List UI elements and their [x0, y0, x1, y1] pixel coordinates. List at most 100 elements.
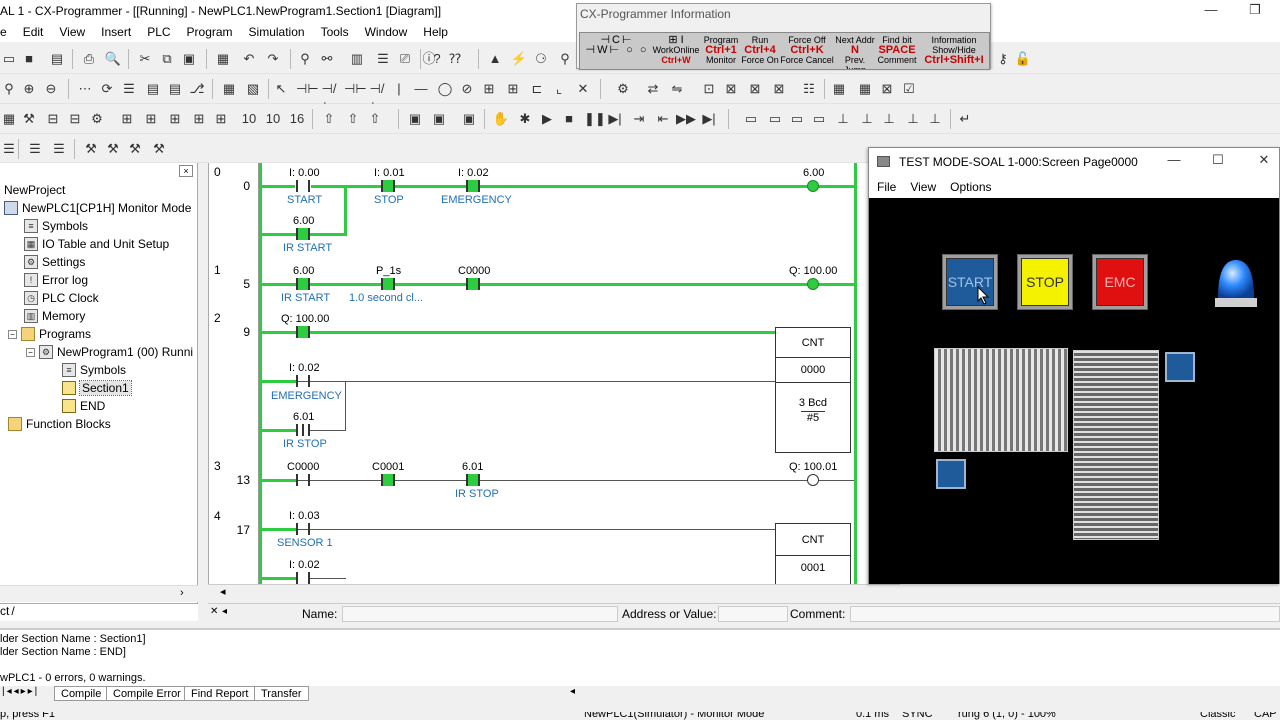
- compare-icon[interactable]: ⇋: [668, 80, 686, 98]
- contact-ornc-icon[interactable]: ⊣/⊢: [368, 80, 386, 114]
- align2-icon[interactable]: ☰: [50, 140, 68, 158]
- toolbar-disabled-icon[interactable]: ▭: [742, 110, 760, 128]
- tree-item-function-blocks[interactable]: Function Blocks: [8, 415, 111, 433]
- contact-ir-start[interactable]: [296, 278, 310, 290]
- menu-insert[interactable]: Insert: [93, 22, 139, 42]
- monitor-on-icon[interactable]: ⟳: [98, 80, 116, 98]
- setup-icon[interactable]: ⚙: [88, 110, 106, 128]
- contact-or-icon[interactable]: ⊣⊢: [344, 80, 367, 98]
- toolbar-disabled4-icon[interactable]: ▭: [810, 110, 828, 128]
- key-icon[interactable]: ⚷: [994, 50, 1012, 68]
- contact-p1s[interactable]: [381, 278, 395, 290]
- tree-root[interactable]: NewProject: [4, 181, 65, 199]
- menu-help[interactable]: Help: [415, 22, 456, 42]
- tab-compile[interactable]: Compile: [54, 686, 109, 701]
- counter-block-0001[interactable]: CNT 0001: [775, 523, 851, 584]
- tool-a-icon[interactable]: ⚒: [82, 140, 100, 158]
- stop-button[interactable]: STOP: [1017, 254, 1073, 310]
- blocks4-icon[interactable]: ⊞: [190, 110, 208, 128]
- contact-start[interactable]: [296, 180, 310, 192]
- open-icon[interactable]: ▭: [0, 50, 18, 68]
- find-icon[interactable]: ▦: [214, 50, 232, 68]
- list-icon[interactable]: ☰: [120, 80, 138, 98]
- scroll-left-icon[interactable]: ◂: [570, 686, 575, 697]
- address-field[interactable]: [718, 606, 788, 622]
- return-icon[interactable]: ↵: [956, 110, 974, 128]
- table2-icon[interactable]: ▤: [166, 80, 184, 98]
- tree-tab[interactable]: ct /: [0, 603, 198, 621]
- toolbar-disabled7-icon[interactable]: ⊥: [880, 110, 898, 128]
- tree-item-programs[interactable]: − Programs: [8, 325, 91, 343]
- tree-item-symbols[interactable]: ≡ Symbols: [24, 217, 88, 235]
- instruction-icon[interactable]: ⊞: [480, 80, 498, 98]
- blocks2-icon[interactable]: ⊞: [142, 110, 160, 128]
- blocks5-icon[interactable]: ⊞: [212, 110, 230, 128]
- menu-edit[interactable]: Edit: [15, 22, 52, 42]
- emc-button[interactable]: EMC: [1092, 254, 1148, 310]
- program-icon[interactable]: ⊟: [44, 110, 62, 128]
- transfer-icon[interactable]: ⇄: [644, 80, 662, 98]
- pause-icon[interactable]: ❚❚: [584, 110, 606, 128]
- counter-block-0000[interactable]: CNT 0000 3 Bcd #5: [775, 327, 851, 453]
- restore-button[interactable]: ❐: [1240, 2, 1270, 20]
- toolbar-disabled5-icon[interactable]: ⊥: [834, 110, 852, 128]
- minimize-button[interactable]: —: [1196, 2, 1226, 20]
- menu-plc[interactable]: PLC: [139, 22, 178, 42]
- instruction2-icon[interactable]: ⊞: [504, 80, 522, 98]
- zoom-icon[interactable]: ⚲: [0, 80, 18, 98]
- zoom-out-icon[interactable]: ⊖: [42, 80, 60, 98]
- coil-nc-icon[interactable]: ⊘: [458, 80, 476, 98]
- contact-nc-icon[interactable]: ⊣/⊢: [320, 80, 338, 114]
- monitor-icon[interactable]: ⚆: [532, 50, 550, 68]
- contact-c0000[interactable]: [296, 474, 310, 486]
- cross-icon[interactable]: ⊠: [722, 80, 740, 98]
- close-icon[interactable]: ✕: [210, 606, 218, 617]
- tab-transfer[interactable]: Transfer: [254, 686, 309, 701]
- cross2-icon[interactable]: ⊠: [746, 80, 764, 98]
- break-icon[interactable]: ✱: [516, 110, 534, 128]
- view2-icon[interactable]: ▧: [244, 80, 262, 98]
- tab-compile-error[interactable]: Compile Error: [106, 686, 188, 701]
- toolbar-disabled9-icon[interactable]: ⊥: [926, 110, 944, 128]
- tree-scrollbar[interactable]: ›: [0, 585, 198, 602]
- toolbar-disabled3-icon[interactable]: ▭: [788, 110, 806, 128]
- tab-find-report[interactable]: Find Report: [184, 686, 256, 701]
- plc-icon[interactable]: ⎚: [396, 50, 414, 68]
- tree-plc[interactable]: NewPLC1[CP1H] Monitor Mode: [4, 199, 191, 217]
- contact-ir-start[interactable]: [296, 228, 310, 240]
- step3-icon[interactable]: ⇧: [366, 110, 384, 128]
- unlock-icon[interactable]: 🔓: [1014, 50, 1032, 68]
- close-memory-icon[interactable]: ⊠: [878, 80, 896, 98]
- horizontal-icon[interactable]: —: [412, 80, 430, 98]
- coil-q-100-01[interactable]: [807, 474, 819, 486]
- contact-emergency[interactable]: [296, 572, 310, 584]
- contact-stop[interactable]: [381, 180, 395, 192]
- comment-field[interactable]: [850, 606, 1280, 622]
- step-out-icon[interactable]: ⇤: [654, 110, 672, 128]
- online-icon[interactable]: ⚡: [510, 50, 528, 68]
- print-preview-icon[interactable]: 🔍: [104, 50, 122, 68]
- contact-ir-stop[interactable]: [466, 474, 480, 486]
- step-icon[interactable]: ⇧: [320, 110, 338, 128]
- menu-view[interactable]: View: [51, 22, 93, 42]
- delete-icon[interactable]: ✕: [574, 80, 592, 98]
- tree-item-memory[interactable]: ▥ Memory: [24, 307, 85, 325]
- step2-icon[interactable]: ⇧: [344, 110, 362, 128]
- menu-program[interactable]: Program: [179, 22, 241, 42]
- line-icon[interactable]: ⌞: [550, 80, 568, 98]
- io-icon[interactable]: ☷: [800, 80, 818, 98]
- tree-item-settings[interactable]: ⚙ Settings: [24, 253, 85, 271]
- align-icon[interactable]: ☰: [26, 140, 44, 158]
- collapse-icon[interactable]: −: [8, 329, 17, 339]
- zoom-in-icon[interactable]: ⊕: [20, 80, 38, 98]
- tool-b-icon[interactable]: ⚒: [104, 140, 122, 158]
- continuous-step-icon[interactable]: ▶▶: [676, 110, 696, 128]
- undo-icon[interactable]: ↶: [240, 50, 258, 68]
- tool-c-icon[interactable]: ⚒: [126, 140, 144, 158]
- close-button[interactable]: ✕: [1249, 152, 1279, 172]
- menu-window[interactable]: Window: [357, 22, 416, 42]
- copy-icon[interactable]: ⧉: [158, 50, 176, 68]
- ladder-diagram[interactable]: 00 15 29 3 13 4 17 I: 0.00 START I: 0.01 S…: [208, 163, 868, 584]
- ladder-icon[interactable]: ▥: [348, 50, 366, 68]
- minimize-button[interactable]: —: [1159, 152, 1189, 172]
